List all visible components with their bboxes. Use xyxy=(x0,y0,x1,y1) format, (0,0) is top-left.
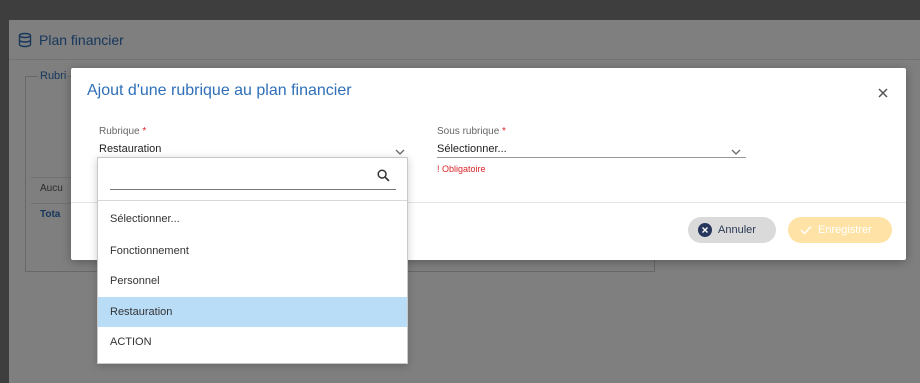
dropdown-option-selected[interactable]: Restauration xyxy=(98,297,407,327)
check-icon xyxy=(800,225,812,235)
required-mark: * xyxy=(502,126,506,137)
dropdown-option[interactable]: Fonctionnement xyxy=(98,236,407,266)
required-mark: * xyxy=(142,126,147,137)
rubrique-label: Rubrique * xyxy=(99,126,147,137)
x-circle-icon xyxy=(698,223,712,237)
cancel-button[interactable]: Annuler xyxy=(688,217,776,243)
save-button-label: Enregistrer xyxy=(818,224,872,236)
sous-rubrique-select-value[interactable]: Sélectionner... xyxy=(437,143,507,155)
dropdown-divider xyxy=(98,200,407,201)
save-button[interactable]: Enregistrer xyxy=(788,217,892,243)
rubrique-dropdown: Sélectionner... Fonctionnement Personnel… xyxy=(97,157,408,364)
close-icon xyxy=(878,88,888,98)
chevron-down-icon[interactable] xyxy=(395,148,405,156)
cancel-button-label: Annuler xyxy=(718,224,756,236)
dropdown-option[interactable]: ACTION xyxy=(98,327,407,357)
sous-rubrique-error: ! Obligatoire xyxy=(437,164,486,174)
sous-rubrique-underline xyxy=(437,157,746,158)
dropdown-option[interactable]: Sélectionner... xyxy=(98,204,407,234)
dialog-title: Ajout d'une rubrique au plan financier xyxy=(87,82,352,99)
dropdown-option[interactable]: Personnel xyxy=(98,266,407,296)
dropdown-search-input[interactable] xyxy=(110,166,396,190)
sous-rubrique-label: Sous rubrique * xyxy=(437,126,506,137)
chevron-down-icon[interactable] xyxy=(731,148,741,156)
close-button[interactable] xyxy=(876,86,890,100)
search-icon[interactable] xyxy=(377,169,390,182)
rubrique-select-value[interactable]: Restauration xyxy=(99,143,161,155)
